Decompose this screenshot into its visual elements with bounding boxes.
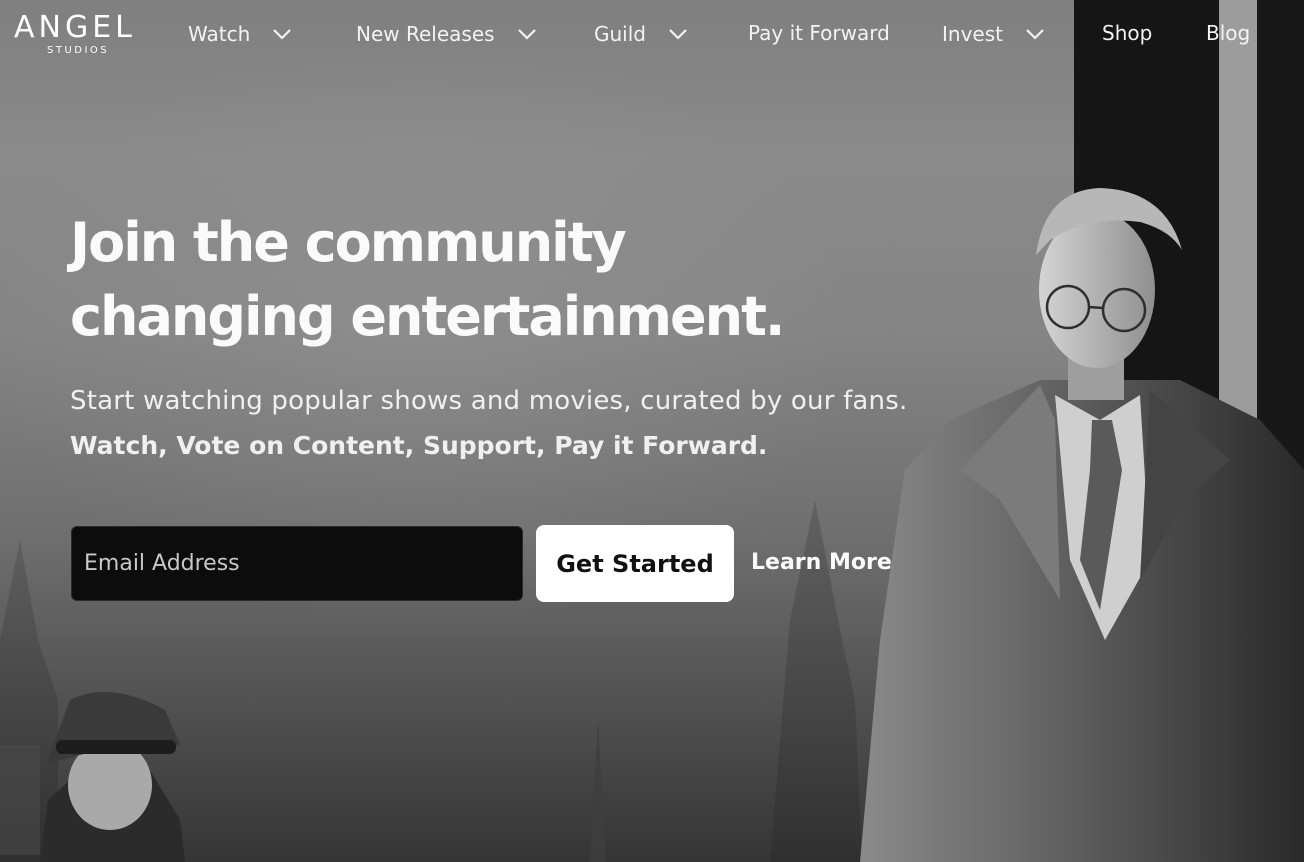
chevron-down-icon <box>517 28 536 40</box>
nav-item-label: Blog <box>1206 21 1251 45</box>
nav-item-label: Guild <box>594 22 646 46</box>
logo-subtitle: STUDIOS <box>47 45 110 56</box>
chevron-down-icon <box>669 28 687 40</box>
nav-item-label: New Releases <box>356 22 495 46</box>
hero-headline: Join the community changing entertainmen… <box>70 206 830 354</box>
hero-headline-line-1: Join the community <box>70 211 627 274</box>
chevron-down-icon <box>1026 28 1044 40</box>
nav-item-label: Shop <box>1102 21 1153 45</box>
nav-item-pay-it-forward[interactable]: Pay it Forward <box>748 19 890 49</box>
nav-item-watch[interactable]: Watch <box>188 20 292 50</box>
nav-item-blog[interactable]: Blog <box>1206 19 1250 49</box>
hero-subtitle: Start watching popular shows and movies,… <box>70 386 908 416</box>
angel-studios-logo[interactable]: ANGEL STUDIOS <box>14 12 144 60</box>
nav-item-label: Watch <box>188 22 251 46</box>
email-input[interactable] <box>71 526 523 601</box>
hero-section: ANGEL STUDIOS Watch New Releases Guild P… <box>0 0 1304 862</box>
nav-item-invest[interactable]: Invest <box>942 20 1045 50</box>
top-navigation: ANGEL STUDIOS Watch New Releases Guild P… <box>0 0 1304 68</box>
nav-item-label: Invest <box>942 22 1003 46</box>
nav-item-guild[interactable]: Guild <box>594 20 688 50</box>
nav-item-shop[interactable]: Shop <box>1102 19 1152 49</box>
nav-item-label: Pay it Forward <box>748 21 890 45</box>
logo-wordmark: ANGEL <box>14 10 136 45</box>
hero-tagline: Watch, Vote on Content, Support, Pay it … <box>70 431 768 460</box>
nav-item-new-releases[interactable]: New Releases <box>356 20 537 50</box>
hero-headline-line-2: changing entertainment. <box>70 285 785 348</box>
chevron-down-icon <box>273 28 292 40</box>
get-started-button[interactable]: Get Started <box>536 525 734 602</box>
learn-more-link[interactable]: Learn More <box>751 546 892 580</box>
